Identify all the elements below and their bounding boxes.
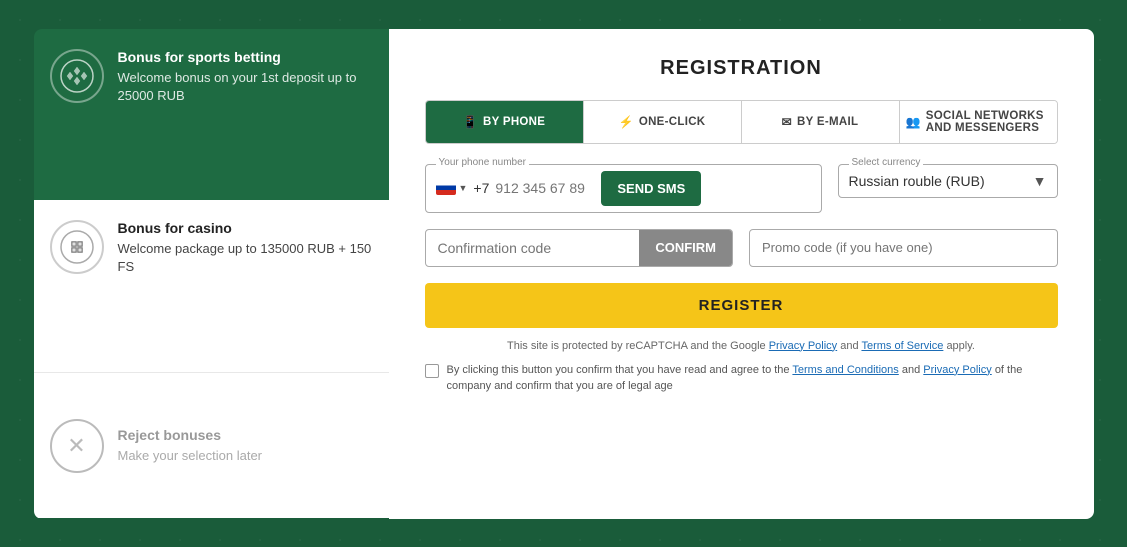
casino-bonus-desc: Welcome package up to 135000 RUB + 150 F… (118, 240, 373, 276)
promo-code-input[interactable] (750, 230, 1057, 265)
casino-bonus-card[interactable]: Bonus for casino Welcome package up to 1… (34, 200, 389, 373)
sports-bonus-text: Bonus for sports betting Welcome bonus o… (118, 49, 373, 105)
tab-social[interactable]: 👥 SOCIAL NETWORKS AND MESSENGERS (900, 101, 1057, 143)
sports-bonus-title: Bonus for sports betting (118, 49, 373, 65)
phone-input-row: ▼ +7 Send SMS (436, 171, 811, 206)
recaptcha-apply: apply. (946, 340, 975, 352)
confirmation-code-wrap: Confirm (425, 229, 734, 267)
terms-of-service-link[interactable]: Terms of Service (861, 340, 943, 352)
left-panel: Bonus for sports betting Welcome bonus o… (34, 29, 389, 519)
flag-chevron-icon: ▼ (459, 183, 468, 193)
currency-chevron-icon: ▼ (1033, 173, 1047, 189)
tab-by-email-label: BY E-MAIL (797, 116, 858, 128)
tab-by-phone[interactable]: 📱 BY PHONE (426, 101, 584, 143)
terms-row: By clicking this button you confirm that… (425, 362, 1058, 395)
phone-prefix: +7 (473, 180, 489, 196)
phone-tab-icon: 📱 (463, 115, 478, 129)
phone-field-wrap: Your phone number ▼ +7 Send SMS (425, 164, 822, 213)
email-tab-icon: ✉ (782, 115, 792, 129)
registration-tabs: 📱 BY PHONE ⚡ ONE-CLICK ✉ BY E-MAIL 👥 SOC… (425, 100, 1058, 144)
tab-one-click[interactable]: ⚡ ONE-CLICK (584, 101, 742, 143)
tab-social-label: SOCIAL NETWORKS AND MESSENGERS (926, 110, 1051, 134)
terms-privacy-link[interactable]: Privacy Policy (923, 364, 991, 376)
recaptcha-and: and (840, 340, 858, 352)
form-title: REGISTRATION (425, 57, 1058, 80)
tab-by-phone-label: BY PHONE (483, 116, 545, 128)
casino-bonus-title: Bonus for casino (118, 220, 373, 236)
currency-field-wrap: Select currency Russian rouble (RUB) ▼ (838, 164, 1058, 198)
confirmation-row: Confirm (425, 229, 1058, 267)
terms-text: By clicking this button you confirm that… (447, 362, 1058, 395)
recaptcha-text: This site is protected by reCAPTCHA and … (507, 340, 766, 352)
oneclick-tab-icon: ⚡ (619, 115, 634, 129)
privacy-policy-link[interactable]: Privacy Policy (769, 340, 837, 352)
casino-bonus-text: Bonus for casino Welcome package up to 1… (118, 220, 373, 276)
currency-select-row[interactable]: Russian rouble (RUB) ▼ (849, 173, 1047, 189)
russia-flag (436, 181, 456, 195)
right-panel: REGISTRATION 📱 BY PHONE ⚡ ONE-CLICK ✉ BY… (389, 29, 1094, 519)
sports-bonus-desc: Welcome bonus on your 1st deposit up to … (118, 69, 373, 105)
currency-label: Select currency (849, 157, 924, 168)
sports-bonus-icon (50, 49, 104, 103)
currency-value: Russian rouble (RUB) (849, 173, 985, 189)
reject-bonus-text: Reject bonuses Make your selection later (118, 427, 263, 465)
phone-label: Your phone number (436, 157, 529, 168)
reject-bonus-desc: Make your selection later (118, 447, 263, 465)
recaptcha-notice: This site is protected by reCAPTCHA and … (425, 340, 1058, 352)
tab-by-email[interactable]: ✉ BY E-MAIL (742, 101, 900, 143)
phone-currency-row: Your phone number ▼ +7 Send SMS Select c… (425, 164, 1058, 213)
flag-select[interactable]: ▼ (436, 181, 468, 195)
send-sms-button[interactable]: Send SMS (601, 171, 701, 206)
terms-checkbox[interactable] (425, 364, 439, 378)
reject-bonus-icon: ✕ (50, 419, 104, 473)
reject-bonus-title: Reject bonuses (118, 427, 263, 443)
social-tab-icon: 👥 (906, 115, 921, 129)
sports-bonus-card[interactable]: Bonus for sports betting Welcome bonus o… (34, 29, 389, 201)
main-container: Bonus for sports betting Welcome bonus o… (34, 29, 1094, 519)
promo-code-wrap (749, 229, 1058, 267)
terms-conditions-link[interactable]: Terms and Conditions (792, 364, 898, 376)
terms-and: and (902, 364, 923, 376)
phone-number-input[interactable] (495, 180, 595, 196)
confirm-button[interactable]: Confirm (639, 230, 732, 266)
register-button[interactable]: REGISTER (425, 283, 1058, 328)
terms-text-prefix: By clicking this button you confirm that… (447, 364, 790, 376)
reject-bonus-card[interactable]: ✕ Reject bonuses Make your selection lat… (34, 373, 389, 518)
confirmation-code-input[interactable] (426, 230, 640, 266)
tab-one-click-label: ONE-CLICK (639, 116, 706, 128)
casino-bonus-icon (50, 220, 104, 274)
